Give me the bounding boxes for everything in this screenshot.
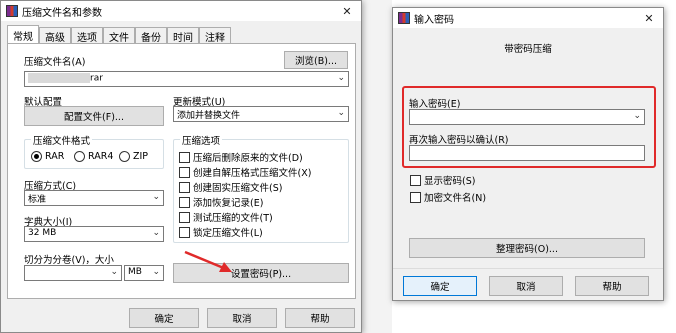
- organize-passwords-button[interactable]: 整理密码(O)...: [409, 238, 645, 258]
- password-dialog-titlebar: 输入密码 ✕: [393, 8, 663, 28]
- password-cancel-button[interactable]: 取消: [489, 276, 563, 296]
- show-password-checkbox[interactable]: 显示密码(S): [410, 173, 475, 187]
- encrypt-filenames-label: 加密文件名(N): [424, 193, 487, 204]
- close-icon[interactable]: ✕: [635, 8, 663, 28]
- checkbox-icon: [410, 191, 421, 203]
- winrar-icon: [398, 12, 410, 24]
- password-dialog-subtitle: 带密码压缩: [504, 44, 552, 55]
- arrow-shaft: [184, 250, 227, 271]
- password-ok-button[interactable]: 确定: [403, 276, 477, 296]
- encrypt-filenames-checkbox[interactable]: 加密文件名(N): [410, 190, 486, 204]
- checkbox-icon: [410, 174, 421, 186]
- password-help-button[interactable]: 帮助: [575, 276, 649, 296]
- highlight-box: [402, 86, 656, 168]
- show-password-label: 显示密码(S): [424, 176, 476, 187]
- password-dialog-title: 输入密码: [414, 14, 454, 26]
- password-dialog: 输入密码 ✕ 带密码压缩 输入密码(E) ⌄ 再次输入密码以确认(R) 显示密码…: [392, 7, 664, 301]
